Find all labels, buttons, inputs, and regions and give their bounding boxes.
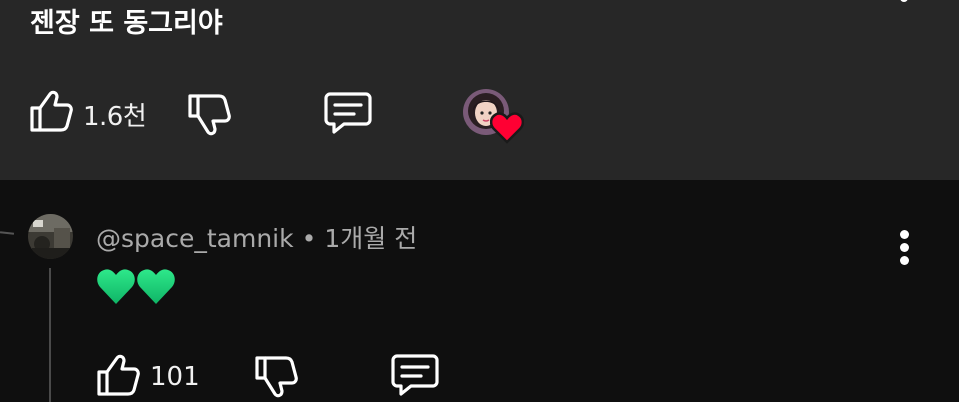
- comment-icon[interactable]: [324, 90, 372, 136]
- thread-line: [49, 268, 51, 402]
- separator: •: [301, 224, 317, 253]
- comment-header: @space_tamnik • 1개월 전: [96, 219, 417, 255]
- thumbs-up-icon[interactable]: [28, 88, 74, 134]
- comment-icon[interactable]: [391, 352, 439, 398]
- heart-icon: [490, 112, 524, 144]
- timestamp: 1개월 전: [324, 224, 418, 253]
- like-count: 1.6천: [83, 102, 147, 132]
- green-heart-icon: [97, 269, 135, 304]
- more-vert-icon[interactable]: [896, 0, 912, 6]
- thumbs-down-icon[interactable]: [253, 354, 299, 400]
- highlighted-comment: 젠장 또 동그리야 1.6천: [0, 0, 959, 180]
- like-count: 101: [150, 362, 200, 392]
- thumbs-up-icon[interactable]: [95, 352, 141, 398]
- author-name[interactable]: @space_tamnik: [96, 224, 294, 253]
- thumbs-down-icon[interactable]: [186, 92, 232, 138]
- more-vert-icon[interactable]: [897, 230, 913, 266]
- thread-connector: [0, 231, 15, 235]
- avatar[interactable]: [28, 214, 73, 259]
- green-heart-icon: [137, 269, 175, 304]
- comment-text: 젠장 또 동그리야: [30, 8, 223, 39]
